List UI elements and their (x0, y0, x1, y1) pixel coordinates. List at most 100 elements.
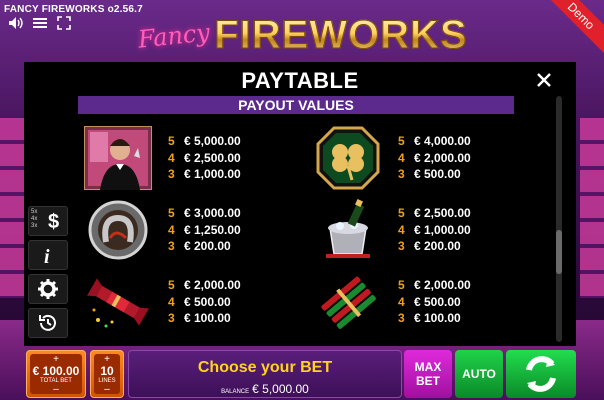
payout-amount: € 2,000.00 (414, 278, 471, 293)
bet-display[interactable]: Choose your BET BALANCE € 5,000.00 (128, 350, 402, 398)
rockets-payouts: 5 € 2,000.00 4 € 500.00 3 € 100.00 (398, 277, 471, 327)
paytable-item: 5 € 2,000.00 4 € 500.00 3 € 100.00 (84, 268, 284, 336)
max-bet-label-line1: MAX (414, 360, 442, 374)
payout-row: 3 € 200.00 (398, 238, 471, 255)
top-icons (8, 16, 72, 30)
max-bet-button[interactable]: MAX BET (404, 350, 452, 398)
payout-row: 3 € 500.00 (398, 166, 471, 183)
logo-main-text: FIREWORKS (214, 13, 468, 58)
lines-minus-button[interactable]: – (104, 384, 110, 394)
balance-display: BALANCE € 5,000.00 (129, 382, 401, 396)
total-bet-plus-button[interactable]: + (53, 354, 59, 364)
balance-value: € 5,000.00 (252, 382, 309, 396)
payout-count: 5 (398, 278, 405, 293)
speaker-icon[interactable] (8, 16, 24, 30)
payout-values-header: PAYOUT VALUES (78, 96, 514, 114)
background-window-left (0, 118, 24, 298)
payout-amount: € 500.00 (414, 294, 461, 309)
payout-amount: € 100.00 (184, 311, 231, 326)
payout-amount: € 2,500.00 (414, 206, 471, 221)
payout-row: 5 € 2,000.00 (398, 277, 471, 294)
spin-icon (526, 356, 556, 392)
svg-text:$: $ (48, 211, 59, 232)
rockets-symbol-icon (314, 270, 382, 334)
dollar-icon: $ (48, 211, 59, 232)
payout-count: 4 (168, 150, 175, 165)
payout-row: 4 € 1,250.00 (168, 222, 241, 239)
gear-icon (38, 279, 58, 299)
cracker-symbol-icon (84, 270, 152, 334)
paytable-button[interactable]: 5x 4x 3x $ (28, 206, 68, 236)
payout-amount: € 1,250.00 (184, 222, 241, 237)
payout-amount: € 100.00 (414, 311, 461, 326)
payout-row: 5 € 4,000.00 (398, 133, 471, 150)
lines-plus-button[interactable]: + (104, 354, 110, 364)
payout-row: 4 € 2,000.00 (398, 150, 471, 167)
payout-count: 4 (168, 294, 175, 309)
auto-button[interactable]: AUTO (455, 350, 503, 398)
paytable-item: 5 € 2,500.00 4 € 1,000.00 3 € 200.00 (314, 196, 514, 264)
payout-row: 3 € 1,000.00 (168, 166, 241, 183)
paytable-title: PAYTABLE (241, 68, 359, 93)
lines-inner: + 10 LINES – (94, 354, 120, 394)
payout-amount: € 200.00 (184, 239, 231, 254)
payout-amount: € 3,000.00 (184, 206, 241, 221)
paytable-grid: 5 € 5,000.00 4 € 2,500.00 3 € 1,000.00 5 (84, 124, 484, 338)
payout-row: 3 € 100.00 (168, 310, 241, 327)
total-bet-value: € 100.00 (32, 363, 80, 378)
paytable-item: 5 € 5,000.00 4 € 2,500.00 3 € 1,000.00 (84, 124, 284, 192)
background-window-right (580, 118, 604, 298)
payout-row: 4 € 500.00 (398, 294, 471, 311)
payout-count: 5 (168, 206, 175, 221)
paytable-panel: PAYTABLE PAYOUT VALUES 5 € 5,000.00 4 € … (24, 62, 576, 346)
clover-payouts: 5 € 4,000.00 4 € 2,000.00 3 € 500.00 (398, 133, 471, 183)
lines-control: + 10 LINES – (90, 350, 124, 398)
spin-button[interactable] (506, 350, 576, 398)
payout-amount: € 1,000.00 (414, 222, 471, 237)
settings-button[interactable] (28, 274, 68, 304)
payout-amount: € 4,000.00 (414, 134, 471, 149)
payout-count: 4 (398, 150, 405, 165)
game-logo: Fancy FIREWORKS (137, 6, 467, 58)
payout-count: 5 (398, 206, 405, 221)
side-buttons: 5x 4x 3x $ i (28, 206, 68, 338)
champagne-payouts: 5 € 2,500.00 4 € 1,000.00 3 € 200.00 (398, 205, 471, 255)
gentleman-symbol-icon (84, 126, 152, 190)
choose-bet-label: Choose your BET (197, 359, 333, 376)
logo-script-text: Fancy (137, 18, 212, 54)
paytable-scrollbar[interactable] (556, 96, 562, 342)
payout-amount: € 500.00 (414, 167, 461, 182)
payout-amount: € 1,000.00 (184, 167, 241, 182)
gentleman-payouts: 5 € 5,000.00 4 € 2,500.00 3 € 1,000.00 (168, 133, 241, 183)
scrollbar-thumb[interactable] (556, 230, 562, 274)
info-button[interactable]: i (28, 240, 68, 270)
paytable-item: 5 € 4,000.00 4 € 2,000.00 3 € 500.00 (314, 124, 514, 192)
close-icon[interactable] (534, 70, 554, 90)
menu-icon[interactable] (32, 16, 48, 30)
payout-row: 3 € 200.00 (168, 238, 241, 255)
cracker-payouts: 5 € 2,000.00 4 € 500.00 3 € 100.00 (168, 277, 241, 327)
payout-row: 5 € 5,000.00 (168, 133, 241, 150)
payout-count: 3 (168, 239, 175, 254)
payout-count: 4 (398, 222, 405, 237)
payout-row: 3 € 100.00 (398, 310, 471, 327)
history-icon (39, 314, 56, 331)
payout-amount: € 500.00 (184, 294, 231, 309)
champagne-bucket-symbol-icon (314, 198, 382, 262)
payout-row: 4 € 500.00 (168, 294, 241, 311)
lines-value: 10 (100, 363, 114, 378)
payout-count: 3 (398, 239, 405, 254)
total-bet-control: + € 100.00 TOTAL BET – (26, 350, 86, 398)
max-bet-label-line2: BET (415, 374, 440, 388)
horseshoe-symbol-icon (84, 198, 152, 262)
payout-amount: € 2,000.00 (414, 150, 471, 165)
horseshoe-payouts: 5 € 3,000.00 4 € 1,250.00 3 € 200.00 (168, 205, 241, 255)
clover-symbol-icon (314, 126, 382, 190)
fullscreen-icon[interactable] (56, 16, 72, 30)
payout-count: 5 (398, 134, 405, 149)
history-button[interactable] (28, 308, 68, 338)
payout-row: 5 € 2,500.00 (398, 205, 471, 222)
total-bet-minus-button[interactable]: – (53, 384, 59, 394)
payout-count: 3 (398, 167, 405, 182)
payout-count: 3 (168, 311, 175, 326)
